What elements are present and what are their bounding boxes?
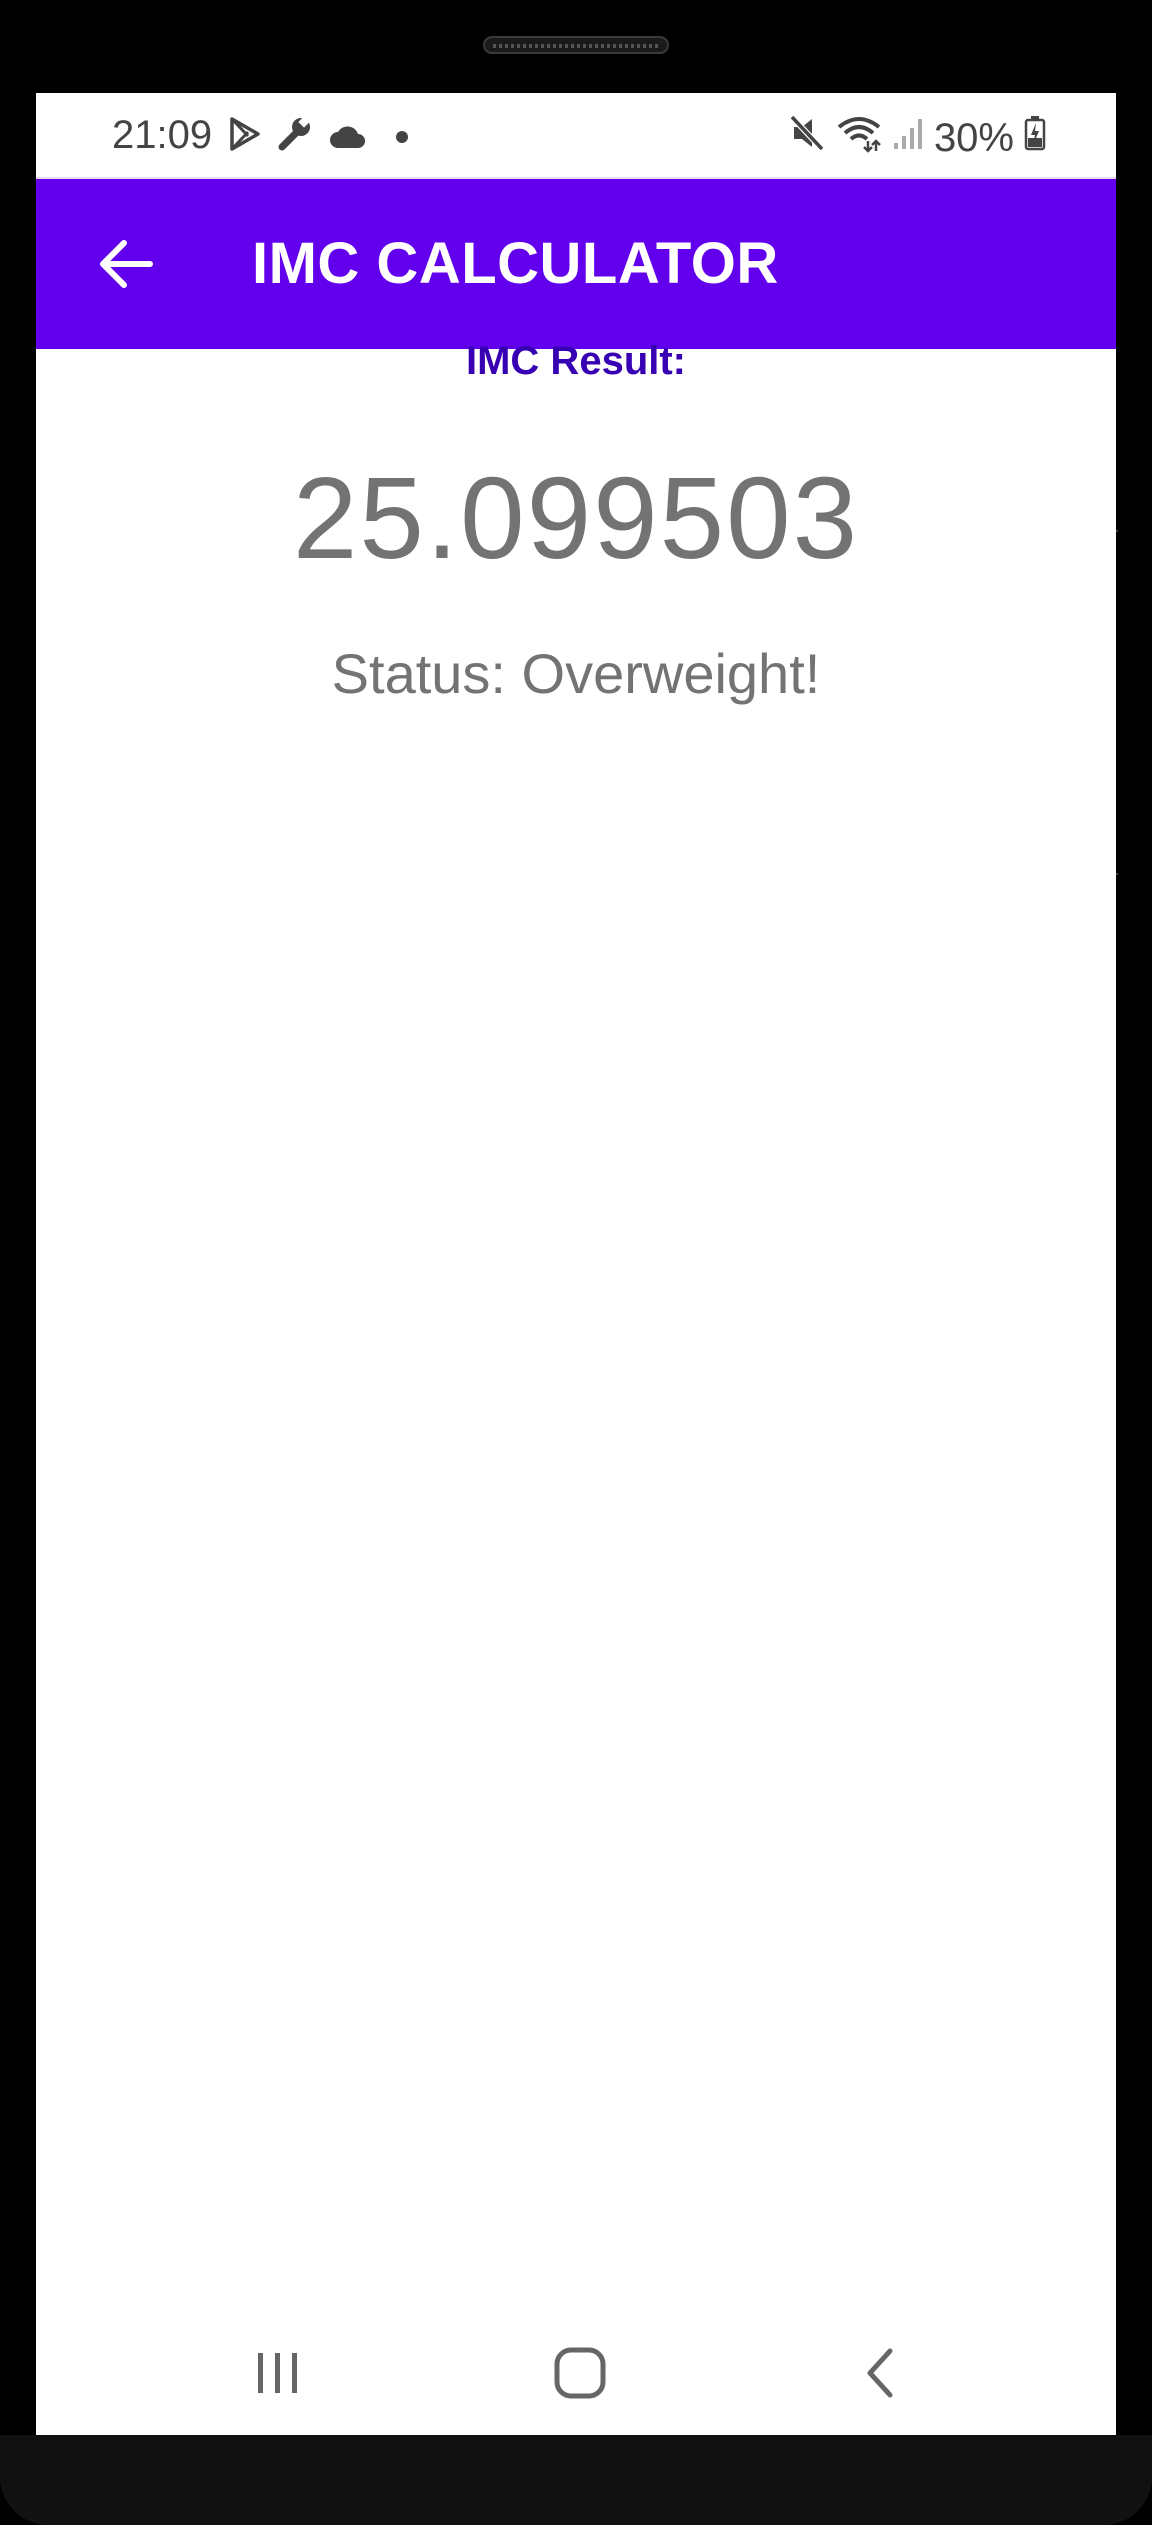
play-store-icon [228,116,262,162]
screen: 21:09 30% IMC CALCULATOR IMC Result: 25.… [36,93,1116,2435]
system-status-icons: 30% [788,113,1046,163]
recents-icon[interactable] [238,2333,318,2413]
back-icon[interactable] [842,2333,922,2413]
imc-status-text: Status: Overweight! [331,642,821,705]
navigation-bar [36,2311,1116,2435]
wrench-icon [276,115,314,163]
phone-bottom-bezel [0,2435,1152,2525]
phone-frame: 21:09 30% IMC CALCULATOR IMC Result: 25.… [0,0,1152,2525]
notification-icons [228,115,412,163]
status-time: 21:09 [112,113,213,157]
arrow-back-icon[interactable] [92,229,162,299]
mute-icon [788,113,826,163]
imc-result-value: 25.099503 [292,453,860,583]
battery-charging-icon [1024,115,1046,161]
earpiece-speaker [483,36,669,54]
result-label: IMC Result: [466,339,686,383]
dot-icon [382,117,412,162]
app-title: IMC CALCULATOR [252,231,779,296]
cloud-icon [328,117,368,162]
home-icon[interactable] [540,2333,620,2413]
battery-percent: 30% [933,115,1014,160]
status-bar: 21:09 30% [36,93,1116,179]
wifi-icon [836,113,882,163]
signal-icon [892,115,924,161]
app-bar: IMC CALCULATOR [36,179,1116,349]
